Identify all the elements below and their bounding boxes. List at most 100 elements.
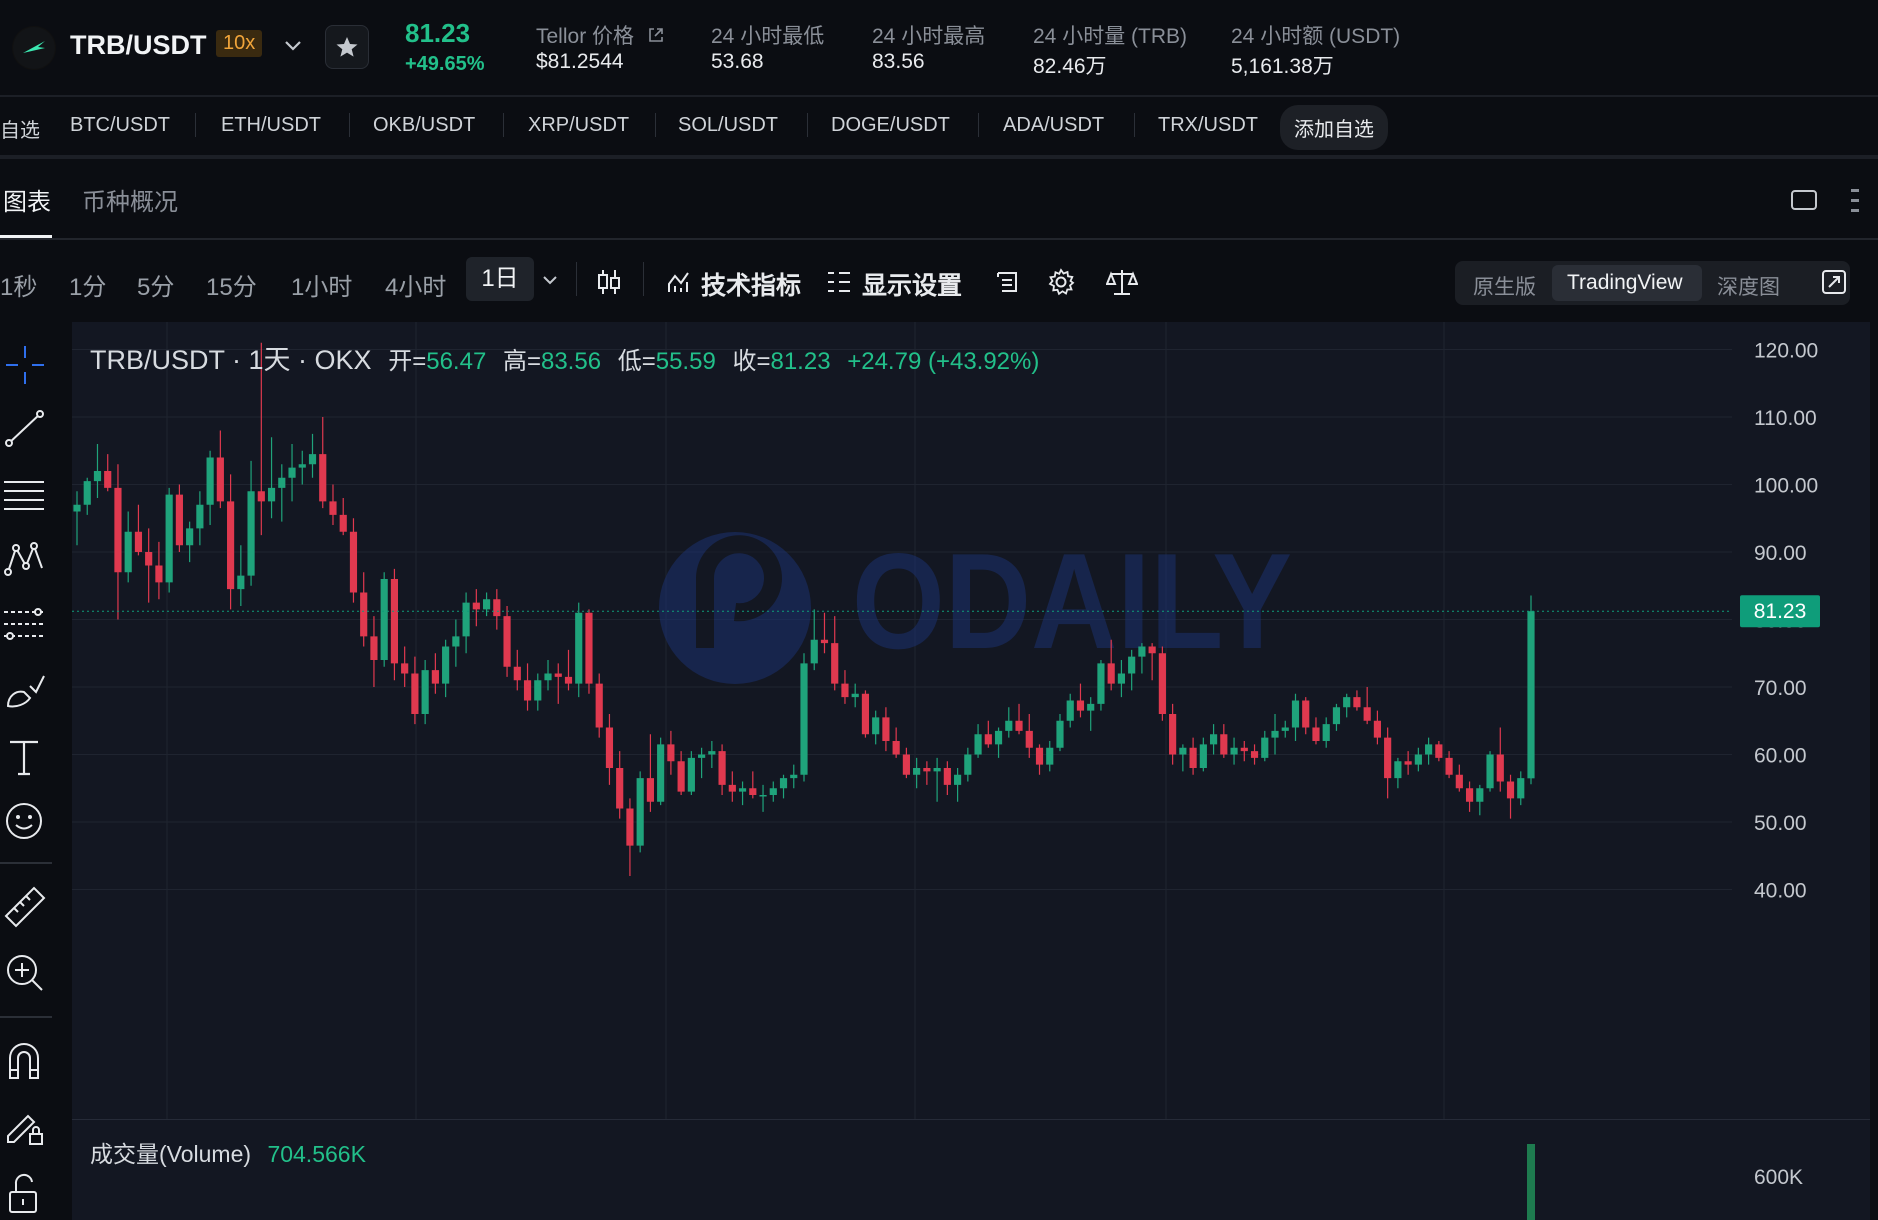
more-vertical-icon[interactable]: [1848, 186, 1862, 221]
scale-icon[interactable]: [1105, 267, 1139, 302]
candle-body: [677, 761, 685, 792]
fav-pair-eth[interactable]: ETH/USDT: [221, 114, 321, 137]
candle-body: [759, 795, 767, 797]
magnet-icon[interactable]: [4, 1040, 46, 1082]
fib-retracement-icon[interactable]: [4, 604, 46, 646]
brush-icon[interactable]: [4, 670, 46, 712]
fav-pair-ada[interactable]: ADA/USDT: [1003, 114, 1104, 137]
candle-body: [933, 768, 941, 772]
fav-pair-btc[interactable]: BTC/USDT: [70, 114, 170, 137]
candle-body: [257, 491, 265, 502]
candle-body: [237, 575, 245, 590]
fav-pair-xrp[interactable]: XRP/USDT: [528, 114, 629, 137]
favorites-label[interactable]: 自选: [0, 114, 40, 143]
candle-body: [349, 531, 358, 593]
gear-icon[interactable]: [1046, 267, 1076, 302]
ticker-header: TRB/USDT 10x 81.23 +49.65% Tellor 价格 $81…: [0, 0, 1878, 97]
y-tick-label: 50.00: [1754, 812, 1807, 835]
watermark-text: ODAILY: [852, 525, 1292, 677]
legend-low: 55.59: [655, 348, 716, 375]
ruler-icon[interactable]: [4, 886, 46, 928]
indicators-button[interactable]: 技术指标: [701, 266, 801, 302]
zoom-in-icon[interactable]: [4, 952, 46, 994]
pattern-icon[interactable]: [4, 538, 46, 580]
candle-body: [1527, 611, 1535, 779]
pair-title[interactable]: TRB/USDT: [70, 30, 207, 61]
candle-body: [380, 579, 388, 660]
fav-pair-trx[interactable]: TRX/USDT: [1158, 114, 1258, 137]
fav-pair-okb[interactable]: OKB/USDT: [373, 114, 475, 137]
timeframe-4h[interactable]: 4小时: [385, 267, 446, 302]
horizontal-lines-icon[interactable]: [4, 474, 46, 516]
crosshair-icon[interactable]: [4, 344, 46, 386]
candle-body: [1128, 656, 1136, 674]
price-chart[interactable]: ODAILY 130.00120.00110.00100.0090.0080.0…: [72, 322, 1870, 1220]
indicators-icon[interactable]: [666, 268, 694, 301]
candle-body: [902, 754, 910, 775]
candle-body: [452, 636, 460, 647]
timeframe-15m[interactable]: 15分: [206, 267, 257, 302]
price-tag: 81.23: [1740, 595, 1820, 628]
favorite-star-button[interactable]: [325, 25, 369, 69]
view-native[interactable]: 原生版: [1473, 271, 1536, 301]
legend-open-label: 开=: [388, 348, 427, 375]
fullscreen-icon[interactable]: [1820, 268, 1848, 301]
candle-body: [1435, 744, 1443, 758]
timeframe-1s[interactable]: 1秒: [0, 267, 37, 302]
candle-body: [1394, 761, 1402, 779]
tab-overview[interactable]: 币种概况: [82, 182, 178, 217]
candle-body: [1097, 663, 1105, 704]
candle-body: [882, 717, 890, 741]
divider: [0, 862, 52, 864]
candle-body: [738, 788, 747, 792]
candle-body: [1138, 646, 1146, 657]
candle-body: [308, 454, 317, 465]
timeframe-1h[interactable]: 1小时: [291, 267, 352, 302]
candle-body: [861, 693, 870, 735]
candle-body: [1209, 734, 1218, 745]
display-settings-button[interactable]: 显示设置: [862, 266, 962, 302]
candle-body: [1117, 673, 1126, 684]
candle-body: [513, 666, 521, 681]
candle-body: [1414, 754, 1422, 765]
candle-body: [1076, 700, 1085, 711]
candle-body: [390, 579, 399, 664]
view-tradingview[interactable]: TradingView: [1567, 271, 1683, 295]
fav-pair-doge[interactable]: DOGE/USDT: [831, 114, 950, 137]
fav-pair-sol[interactable]: SOL/USDT: [678, 114, 778, 137]
candle-body: [667, 744, 675, 762]
timeframe-5m[interactable]: 5分: [137, 267, 174, 302]
trend-line-icon[interactable]: [4, 408, 46, 450]
candle-body: [124, 531, 132, 573]
timeframe-1m[interactable]: 1分: [69, 267, 106, 302]
candle-body: [1465, 788, 1474, 802]
view-depth[interactable]: 深度图: [1717, 271, 1780, 301]
timeframe-1d[interactable]: 1日: [466, 257, 534, 301]
candle-body: [841, 683, 849, 698]
candle-body: [1179, 747, 1187, 755]
stat-tellor-price-label[interactable]: Tellor 价格: [536, 20, 666, 50]
candle-body: [800, 663, 808, 775]
window-icon[interactable]: [1790, 188, 1818, 217]
y-tick-label: 70.00: [1754, 677, 1807, 700]
y-tick-label: 120.00: [1754, 340, 1818, 363]
candle-body: [872, 717, 880, 735]
candle-type-icon[interactable]: [596, 268, 622, 301]
divider: [0, 1016, 52, 1018]
text-tool-icon[interactable]: [4, 736, 46, 778]
lock-drawings-icon[interactable]: [4, 1106, 46, 1148]
emoji-icon[interactable]: [4, 800, 46, 842]
replay-icon[interactable]: [992, 267, 1022, 302]
candle-body: [718, 751, 726, 785]
candle-body: [1517, 778, 1525, 799]
display-settings-icon[interactable]: [825, 269, 853, 300]
unlock-icon[interactable]: [4, 1172, 46, 1214]
candle-body: [616, 768, 624, 809]
chevron-down-icon[interactable]: [540, 270, 560, 295]
divider: [195, 113, 196, 137]
tab-chart[interactable]: 图表: [3, 182, 51, 217]
candle-body: [1476, 788, 1484, 802]
add-favorite-button[interactable]: 添加自选: [1280, 105, 1388, 150]
candle-body: [943, 768, 951, 785]
chevron-down-icon[interactable]: [282, 34, 304, 56]
